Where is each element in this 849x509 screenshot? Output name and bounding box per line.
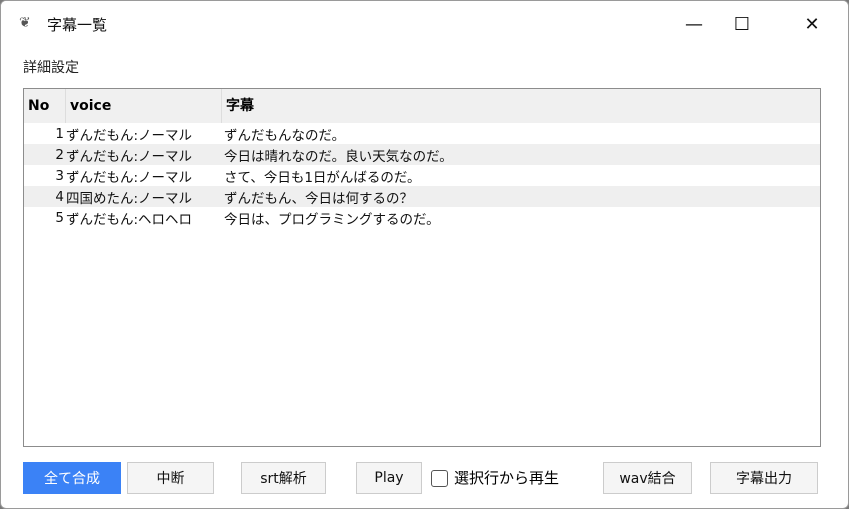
wav-join-button[interactable]: wav結合 xyxy=(603,462,692,494)
table-row[interactable]: 3 ずんだもん:ノーマル さて、今日も1日がんばるのだ。 xyxy=(24,165,820,186)
play-from-selected-checkbox[interactable] xyxy=(431,470,448,487)
row-number: 1 xyxy=(55,125,64,142)
table-row[interactable]: 5 ずんだもん:ヘロヘロ 今日は、プログラミングするのだ。 xyxy=(24,207,820,228)
window-title: 字幕一覧 xyxy=(47,16,108,34)
row-number: 2 xyxy=(55,146,64,163)
row-subtitle: ずんだもんなのだ。 xyxy=(224,127,346,144)
row-subtitle: ずんだもん、今日は何するの？ xyxy=(224,190,413,207)
title-bar: ❦ 字幕一覧 — ☐ ✕ xyxy=(1,1,848,47)
header-no[interactable]: No xyxy=(24,89,66,123)
row-voice: ずんだもん:ノーマル xyxy=(66,169,193,186)
synthesize-all-button[interactable]: 全て合成 xyxy=(23,462,121,494)
abort-button[interactable]: 中断 xyxy=(127,462,214,494)
minimize-button[interactable]: — xyxy=(671,1,717,47)
row-number: 3 xyxy=(55,167,64,184)
play-button[interactable]: Play xyxy=(356,462,422,494)
row-subtitle: 今日は晴れなのだ。良い天気なのだ。 xyxy=(224,148,453,165)
srt-parse-button[interactable]: srt解析 xyxy=(241,462,326,494)
row-number: 5 xyxy=(55,209,64,226)
table-row[interactable]: 1 ずんだもん:ノーマル ずんだもんなのだ。 xyxy=(24,123,820,144)
header-voice[interactable]: voice xyxy=(66,89,222,123)
window: ❦ 字幕一覧 — ☐ ✕ 詳細設定 No voice 字幕 1 ずんだもん:ノーマ… xyxy=(0,0,849,509)
export-subtitles-button[interactable]: 字幕出力 xyxy=(710,462,818,494)
row-voice: ずんだもん:ヘロヘロ xyxy=(66,211,193,228)
row-voice: ずんだもん:ノーマル xyxy=(66,127,193,144)
play-from-selected-label[interactable]: 選択行から再生 xyxy=(454,467,559,488)
table-row[interactable]: 4 四国めたん:ノーマル ずんだもん、今日は何するの？ xyxy=(24,186,820,207)
subtitle-table[interactable]: No voice 字幕 1 ずんだもん:ノーマル ずんだもんなのだ。 2 ずんだもん:ノ… xyxy=(23,88,821,447)
row-voice: ずんだもん:ノーマル xyxy=(66,148,193,165)
row-voice: 四国めたん:ノーマル xyxy=(66,190,193,207)
maximize-button[interactable]: ☐ xyxy=(719,1,765,47)
row-subtitle: 今日は、プログラミングするのだ。 xyxy=(224,211,440,228)
header-subtitle[interactable]: 字幕 xyxy=(222,89,820,123)
table-row[interactable]: 2 ずんだもん:ノーマル 今日は晴れなのだ。良い天気なのだ。 xyxy=(24,144,820,165)
menu-settings[interactable]: 詳細設定 xyxy=(23,57,79,77)
table-header: No voice 字幕 xyxy=(24,89,820,123)
app-icon: ❦ xyxy=(19,15,31,31)
row-subtitle: さて、今日も1日がんばるのだ。 xyxy=(224,169,421,186)
row-number: 4 xyxy=(55,188,64,205)
close-button[interactable]: ✕ xyxy=(789,1,835,47)
